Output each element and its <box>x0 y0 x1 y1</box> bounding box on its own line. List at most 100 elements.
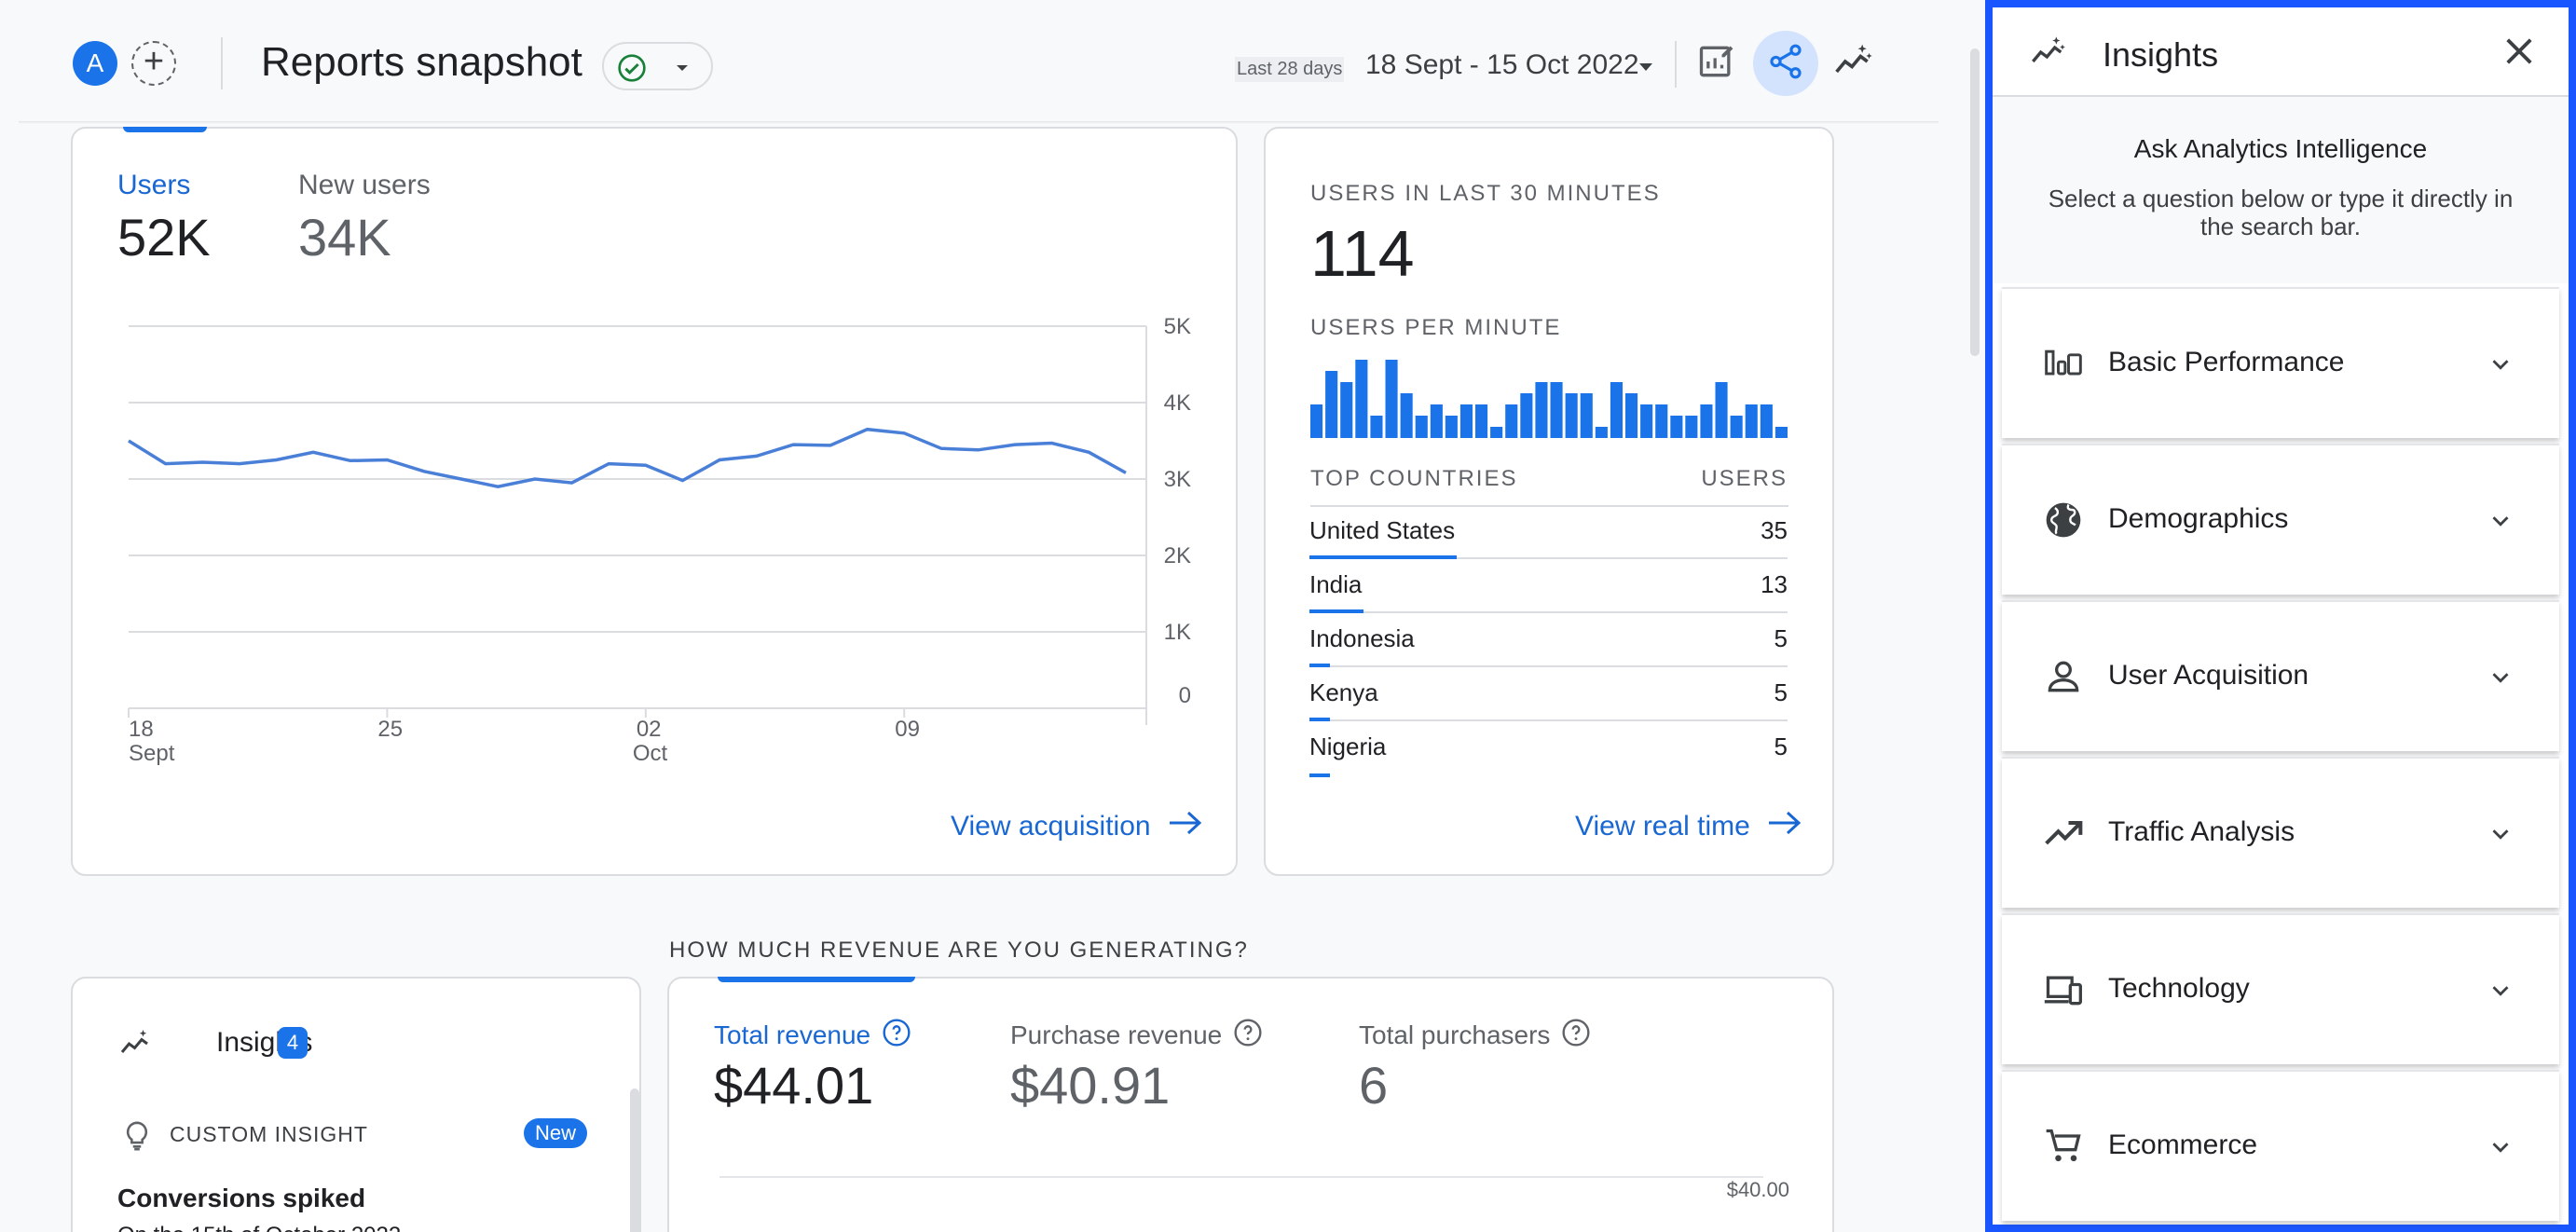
question-demographics[interactable]: Demographics <box>2002 444 2559 595</box>
revenue-section-heading: HOW MUCH REVENUE ARE YOU GENERATING? <box>669 938 1249 963</box>
minute-bar[interactable] <box>1565 393 1578 438</box>
table-row[interactable]: Nigeria 5 <box>1309 721 1788 777</box>
country-share-bar <box>1309 773 1330 777</box>
minute-bar[interactable] <box>1535 382 1548 438</box>
users-overview-card: Users 52K New users 34K 5K 4K 3K 2K 1K 0 18 Sep… <box>71 127 1238 876</box>
table-row[interactable]: India 13 <box>1309 559 1788 613</box>
x-tick-day: 18 <box>129 717 154 742</box>
top-toolbar: A + Reports snapshot Last 28 days 18 Sep… <box>0 0 1976 123</box>
arrow-right-icon <box>1767 809 1802 844</box>
minute-bar[interactable] <box>1445 416 1458 438</box>
tab-total-revenue[interactable]: Total revenue <box>714 1018 911 1052</box>
tab-total-purchasers[interactable]: Total purchasers <box>1359 1018 1591 1052</box>
minute-bar[interactable] <box>1325 371 1338 438</box>
comparison-avatar[interactable]: A <box>73 41 117 86</box>
date-range-picker[interactable]: 18 Sept - 15 Oct 2022 <box>1365 49 1639 81</box>
date-dropdown-icon[interactable] <box>1635 56 1657 83</box>
minute-bar[interactable] <box>1385 360 1398 438</box>
chevron-down-icon <box>2487 1133 2514 1166</box>
question-traffic-analysis[interactable]: Traffic Analysis <box>2002 757 2559 908</box>
minute-bar[interactable] <box>1774 427 1788 438</box>
page-scrollbar[interactable] <box>1970 48 1980 356</box>
view-acquisition-link[interactable]: View acquisition <box>951 809 1203 844</box>
table-row[interactable]: United States 35 <box>1309 505 1788 559</box>
question-label: User Acquisition <box>2108 660 2309 691</box>
share-button[interactable] <box>1753 31 1818 96</box>
country-users: 5 <box>1774 678 1788 706</box>
insights-toggle-button[interactable] <box>1821 31 1886 96</box>
minute-bar[interactable] <box>1310 404 1323 438</box>
country-users: 5 <box>1774 624 1788 652</box>
country-name: United States <box>1309 516 1456 544</box>
question-basic-performance[interactable]: Basic Performance <box>2002 287 2559 438</box>
minute-bar[interactable] <box>1625 393 1638 438</box>
insights-sparkle-icon <box>1833 41 1874 87</box>
minute-bar[interactable] <box>1580 393 1593 438</box>
insight-type-label: CUSTOM INSIGHT <box>170 1122 368 1146</box>
minute-bar[interactable] <box>1670 416 1683 438</box>
divider <box>1675 41 1677 88</box>
minute-bar[interactable] <box>1700 404 1713 438</box>
intro-text: Select a question below or type it direc… <box>2048 185 2514 240</box>
insights-panel: Insights Ask Analytics Intelligence Sele… <box>1985 0 2576 1232</box>
users-30-min-value: 114 <box>1310 217 1415 290</box>
question-user-acquisition[interactable]: User Acquisition <box>2002 600 2559 751</box>
help-icon[interactable] <box>1561 1018 1591 1052</box>
minute-bar[interactable] <box>1400 393 1413 438</box>
total-revenue-value: $44.01 <box>714 1056 874 1115</box>
report-status-button[interactable] <box>602 42 713 90</box>
close-icon[interactable] <box>2500 32 2539 75</box>
tab-purchase-revenue[interactable]: Purchase revenue <box>1010 1018 1263 1052</box>
insight-headline[interactable]: Conversions spiked <box>117 1184 365 1213</box>
lightbulb-icon <box>121 1118 153 1158</box>
customize-report-button[interactable] <box>1684 31 1749 96</box>
intro-title: Ask Analytics Intelligence <box>2133 134 2428 163</box>
question-ecommerce[interactable]: Ecommerce <box>2002 1070 2559 1221</box>
users-series-line[interactable] <box>128 427 1127 488</box>
minute-bar[interactable] <box>1505 404 1518 438</box>
table-row[interactable]: Indonesia 5 <box>1309 613 1788 667</box>
devices-icon <box>2043 969 2084 1010</box>
add-comparison-button[interactable]: + <box>131 41 176 86</box>
minute-bar[interactable] <box>1595 427 1608 438</box>
check-circle-icon <box>617 53 647 88</box>
person-icon <box>2043 656 2084 697</box>
minute-bar[interactable] <box>1370 416 1383 438</box>
panel-header: Insights <box>1993 7 2569 97</box>
table-row[interactable]: Kenya 5 <box>1309 667 1788 721</box>
question-label: Demographics <box>2108 503 2289 534</box>
view-realtime-link[interactable]: View real time <box>1575 809 1802 844</box>
minute-bar[interactable] <box>1355 360 1368 438</box>
minute-bar[interactable] <box>1430 404 1443 438</box>
minute-bar[interactable] <box>1745 404 1758 438</box>
minute-bar[interactable] <box>1520 393 1533 438</box>
minute-bar[interactable] <box>1459 404 1473 438</box>
chevron-down-icon <box>2487 664 2514 696</box>
minute-bar[interactable] <box>1415 416 1428 438</box>
chevron-down-icon <box>671 57 693 84</box>
minute-bar[interactable] <box>1730 416 1743 438</box>
minute-bar[interactable] <box>1475 404 1488 438</box>
gridline <box>719 1176 1763 1178</box>
question-technology[interactable]: Technology <box>2002 913 2559 1064</box>
x-tick-day: 25 <box>377 717 403 742</box>
minute-bar[interactable] <box>1655 404 1668 438</box>
insights-scrollbar[interactable] <box>630 1088 639 1232</box>
country-name: Kenya <box>1309 678 1378 706</box>
question-label: Ecommerce <box>2108 1129 2258 1160</box>
y-tick-label: 2K <box>1164 543 1191 568</box>
minute-bar[interactable] <box>1490 427 1503 438</box>
y-tick-label: $40.00 <box>1726 1178 1789 1201</box>
panel-intro: Ask Analytics Intelligence Select a ques… <box>1993 97 2569 283</box>
minute-bar[interactable] <box>1715 382 1728 438</box>
help-icon[interactable] <box>882 1018 911 1052</box>
divider <box>221 37 223 89</box>
chevron-down-icon <box>2487 977 2514 1009</box>
minute-bar[interactable] <box>1685 416 1698 438</box>
minute-bar[interactable] <box>1550 382 1563 438</box>
minute-bar[interactable] <box>1340 382 1353 438</box>
minute-bar[interactable] <box>1610 382 1623 438</box>
minute-bar[interactable] <box>1640 404 1653 438</box>
minute-bar[interactable] <box>1760 404 1773 438</box>
help-icon[interactable] <box>1233 1018 1263 1052</box>
